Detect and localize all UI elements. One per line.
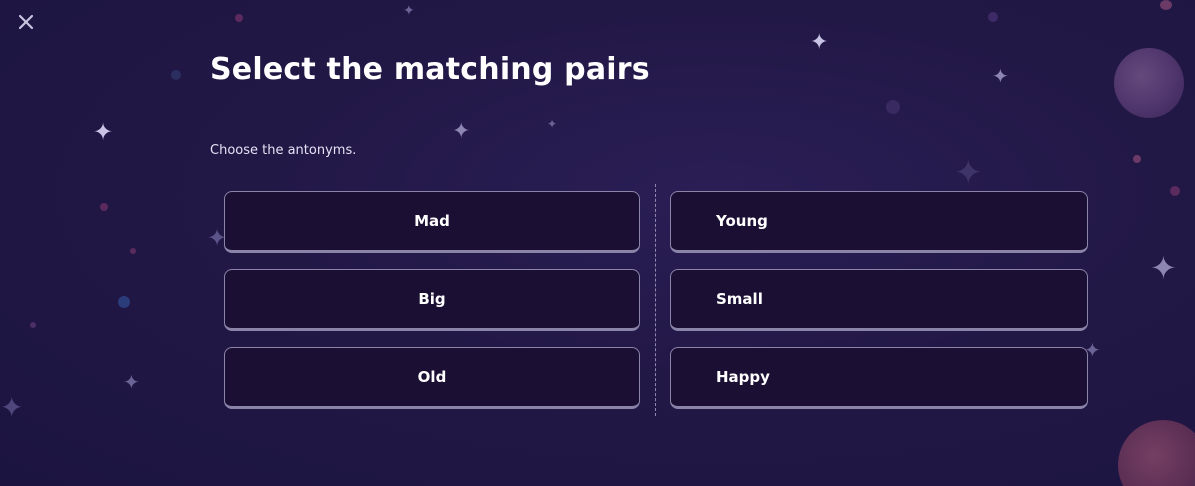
sparkle-icon: ✦ — [954, 153, 983, 193]
match-option-left[interactable]: Mad — [224, 191, 640, 253]
match-option-right[interactable]: Young — [670, 191, 1088, 253]
sparkle-icon: ✦ — [1150, 249, 1177, 287]
close-icon — [18, 14, 34, 30]
column-divider — [655, 184, 656, 416]
star-dot — [1170, 186, 1180, 196]
sparkle-icon: ✦ — [123, 370, 140, 394]
star-dot — [235, 14, 243, 22]
star-dot — [988, 12, 998, 22]
star-dot — [130, 248, 136, 254]
star-dot — [30, 322, 36, 328]
sparkle-icon: ✦ — [992, 64, 1009, 88]
sparkle-icon: ✦ — [403, 3, 415, 19]
sparkle-icon: ✦ — [452, 119, 471, 144]
star-dot — [1160, 0, 1172, 10]
match-option-right[interactable]: Happy — [670, 347, 1088, 409]
close-button[interactable] — [14, 10, 38, 34]
sparkle-icon: ✦ — [810, 30, 829, 55]
sparkle-icon: ✦ — [93, 118, 114, 146]
sparkle-icon: ✦ — [0, 391, 24, 424]
star-dot — [118, 296, 130, 308]
match-option-left[interactable]: Old — [224, 347, 640, 409]
star-dot — [886, 100, 900, 114]
right-options-column: Young Small Happy — [670, 191, 1088, 409]
sparkle-icon: ✦ — [547, 117, 558, 131]
star-dot — [171, 70, 181, 80]
match-option-right[interactable]: Small — [670, 269, 1088, 331]
planet-bottom-right — [1118, 420, 1195, 486]
star-dot — [100, 203, 108, 211]
star-dot — [1133, 155, 1141, 163]
left-options-column: Mad Big Old — [224, 191, 640, 409]
planet-top-right — [1114, 48, 1184, 118]
question-instruction: Choose the antonyms. — [210, 143, 357, 158]
match-option-left[interactable]: Big — [224, 269, 640, 331]
page-title: Select the matching pairs — [210, 52, 650, 87]
